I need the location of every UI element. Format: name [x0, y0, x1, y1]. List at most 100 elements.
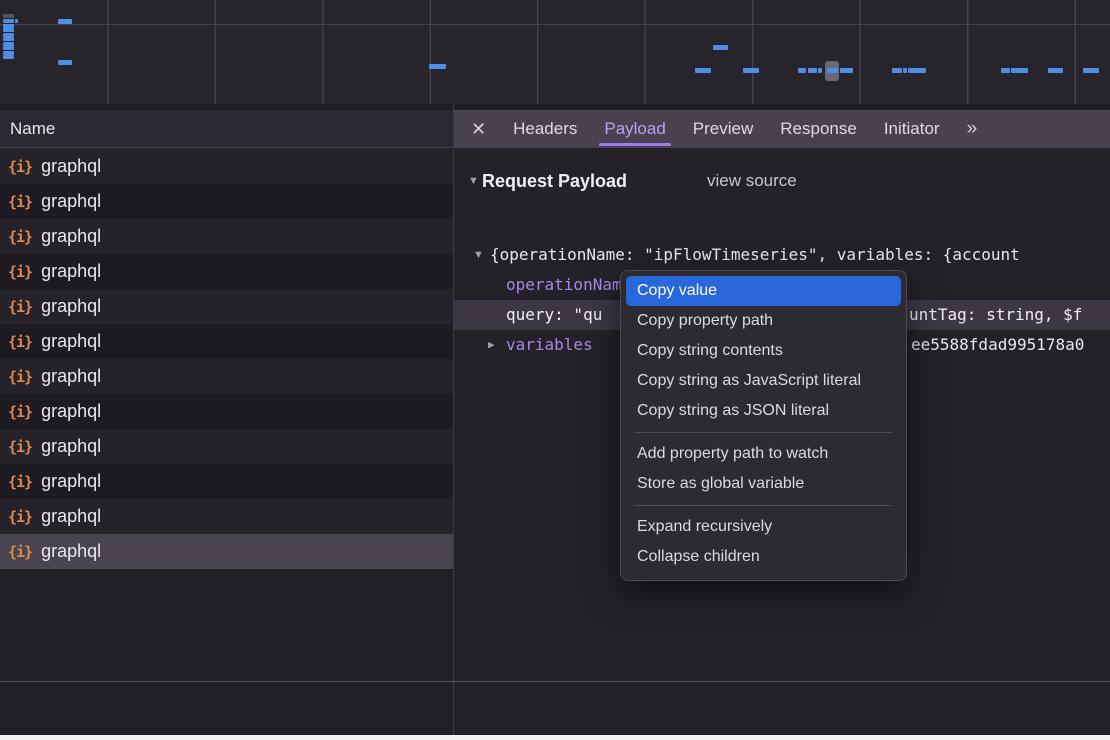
- request-timing-bar[interactable]: [695, 68, 711, 73]
- name-column-header[interactable]: Name: [0, 110, 453, 148]
- table-row[interactable]: {i}graphql: [0, 289, 453, 324]
- window-bottom-edge: [0, 735, 1110, 740]
- request-name: graphql: [41, 506, 101, 526]
- request-timing-bar[interactable]: [827, 68, 838, 73]
- request-timing-bar[interactable]: [743, 68, 759, 73]
- request-name: graphql: [41, 436, 101, 456]
- request-timing-bar[interactable]: [3, 28, 14, 32]
- table-row[interactable]: {i}graphql: [0, 359, 453, 394]
- menu-item-copy-property-path[interactable]: Copy property path: [626, 306, 901, 336]
- table-row[interactable]: {i}graphql: [0, 149, 453, 184]
- request-timing-bar[interactable]: [3, 37, 14, 41]
- request-timing-bar[interactable]: [713, 45, 728, 50]
- menu-item-expand-recursively[interactable]: Expand recursively: [626, 512, 901, 542]
- tab-preview[interactable]: Preview: [693, 110, 753, 148]
- menu-item-collapse-children[interactable]: Collapse children: [626, 542, 901, 572]
- menu-item-store-as-global-variable[interactable]: Store as global variable: [626, 469, 901, 499]
- request-timing-bar[interactable]: [1048, 68, 1063, 73]
- request-timing-bar[interactable]: [3, 55, 14, 59]
- request-timing-bar[interactable]: [818, 68, 822, 73]
- expand-triangle-icon[interactable]: ▼: [473, 240, 484, 270]
- request-timing-bar[interactable]: [1083, 68, 1099, 73]
- request-name: graphql: [41, 191, 101, 211]
- detail-tab-bar: ✕ Headers Payload Preview Response Initiator…: [454, 110, 1110, 148]
- request-timing-bar[interactable]: [892, 68, 902, 73]
- overview-divider-line: [0, 24, 1110, 25]
- table-row[interactable]: {i}graphql: [0, 394, 453, 429]
- request-name: graphql: [41, 541, 101, 561]
- json-braces-icon: {i}: [0, 403, 41, 421]
- collapse-triangle-icon[interactable]: ▼: [468, 166, 479, 196]
- request-timing-bar[interactable]: [429, 64, 446, 69]
- tab-initiator[interactable]: Initiator: [884, 110, 940, 148]
- payload-summary-text: {operationName: "ipFlowTimeseries", vari…: [490, 240, 1020, 270]
- json-braces-icon: {i}: [0, 508, 41, 526]
- variables-value-fragment: ee5588fdad995178a0: [911, 330, 1084, 360]
- request-timing-bar[interactable]: [58, 19, 72, 24]
- request-timing-bar[interactable]: [808, 68, 817, 73]
- property-key: variables: [506, 330, 593, 360]
- table-row[interactable]: {i}graphql: [0, 219, 453, 254]
- request-timing-bar[interactable]: [15, 19, 18, 23]
- context-menu: Copy valueCopy property pathCopy string …: [620, 270, 907, 581]
- request-name: graphql: [41, 366, 101, 386]
- request-timing-bar[interactable]: [798, 68, 806, 73]
- request-timing-bar[interactable]: [840, 68, 853, 73]
- request-timing-bar[interactable]: [58, 60, 72, 65]
- table-row[interactable]: {i}graphql: [0, 499, 453, 534]
- tab-headers[interactable]: Headers: [513, 110, 577, 148]
- request-payload-section-header[interactable]: ▼ Request Payload view source: [454, 166, 1110, 196]
- payload-root-row[interactable]: ▼ {operationName: "ipFlowTimeseries", va…: [454, 240, 1110, 270]
- devtools-network-panel: Name {i}graphql{i}graphql{i}graphql{i}gr…: [0, 0, 1110, 740]
- table-row[interactable]: {i}graphql: [0, 184, 453, 219]
- request-name: graphql: [41, 156, 101, 176]
- table-row[interactable]: {i}graphql: [0, 254, 453, 289]
- request-timing-bar[interactable]: [3, 46, 14, 50]
- status-bar-separator: [0, 681, 1110, 682]
- menu-item-copy-string-contents[interactable]: Copy string contents: [626, 336, 901, 366]
- more-tabs-icon[interactable]: »: [967, 118, 976, 140]
- menu-item-add-property-path-to-watch[interactable]: Add property path to watch: [626, 439, 901, 469]
- json-braces-icon: {i}: [0, 543, 41, 561]
- request-name: graphql: [41, 261, 101, 281]
- request-timing-bar[interactable]: [1001, 68, 1010, 73]
- json-braces-icon: {i}: [0, 438, 41, 456]
- network-overview-timeline[interactable]: [0, 0, 1110, 104]
- expand-triangle-icon[interactable]: ▶: [488, 330, 495, 360]
- json-braces-icon: {i}: [0, 333, 41, 351]
- request-name: graphql: [41, 296, 101, 316]
- name-column-label: Name: [10, 119, 55, 138]
- query-value-fragment: untTag: string, $f: [909, 300, 1082, 330]
- request-name: graphql: [41, 401, 101, 421]
- request-timing-bar[interactable]: [1011, 68, 1028, 73]
- json-braces-icon: {i}: [0, 298, 41, 316]
- tab-payload[interactable]: Payload: [604, 110, 665, 148]
- json-braces-icon: {i}: [0, 473, 41, 491]
- table-row[interactable]: {i}graphql: [0, 464, 453, 499]
- menu-item-copy-value[interactable]: Copy value: [626, 276, 901, 306]
- table-row[interactable]: {i}graphql: [0, 324, 453, 359]
- menu-separator: [635, 505, 892, 506]
- query-key-fragment: query: "qu: [506, 300, 602, 330]
- request-timing-bar[interactable]: [3, 19, 14, 23]
- json-braces-icon: {i}: [0, 228, 41, 246]
- request-name: graphql: [41, 331, 101, 351]
- menu-item-copy-string-as-javascript-literal[interactable]: Copy string as JavaScript literal: [626, 366, 901, 396]
- request-name: graphql: [41, 226, 101, 246]
- close-icon[interactable]: ✕: [471, 119, 486, 140]
- json-braces-icon: {i}: [0, 263, 41, 281]
- section-title: Request Payload: [482, 166, 627, 196]
- json-braces-icon: {i}: [0, 193, 41, 211]
- menu-separator: [635, 432, 892, 433]
- menu-item-copy-string-as-json-literal[interactable]: Copy string as JSON literal: [626, 396, 901, 426]
- table-row[interactable]: {i}graphql: [0, 534, 453, 569]
- json-braces-icon: {i}: [0, 158, 41, 176]
- request-timing-bar[interactable]: [3, 14, 14, 18]
- table-row[interactable]: {i}graphql: [0, 429, 453, 464]
- tab-response[interactable]: Response: [780, 110, 857, 148]
- request-timing-bar[interactable]: [908, 68, 926, 73]
- view-source-link[interactable]: view source: [707, 166, 797, 196]
- request-timing-bar[interactable]: [903, 68, 907, 73]
- requests-panel: Name {i}graphql{i}graphql{i}graphql{i}gr…: [0, 110, 453, 735]
- json-braces-icon: {i}: [0, 368, 41, 386]
